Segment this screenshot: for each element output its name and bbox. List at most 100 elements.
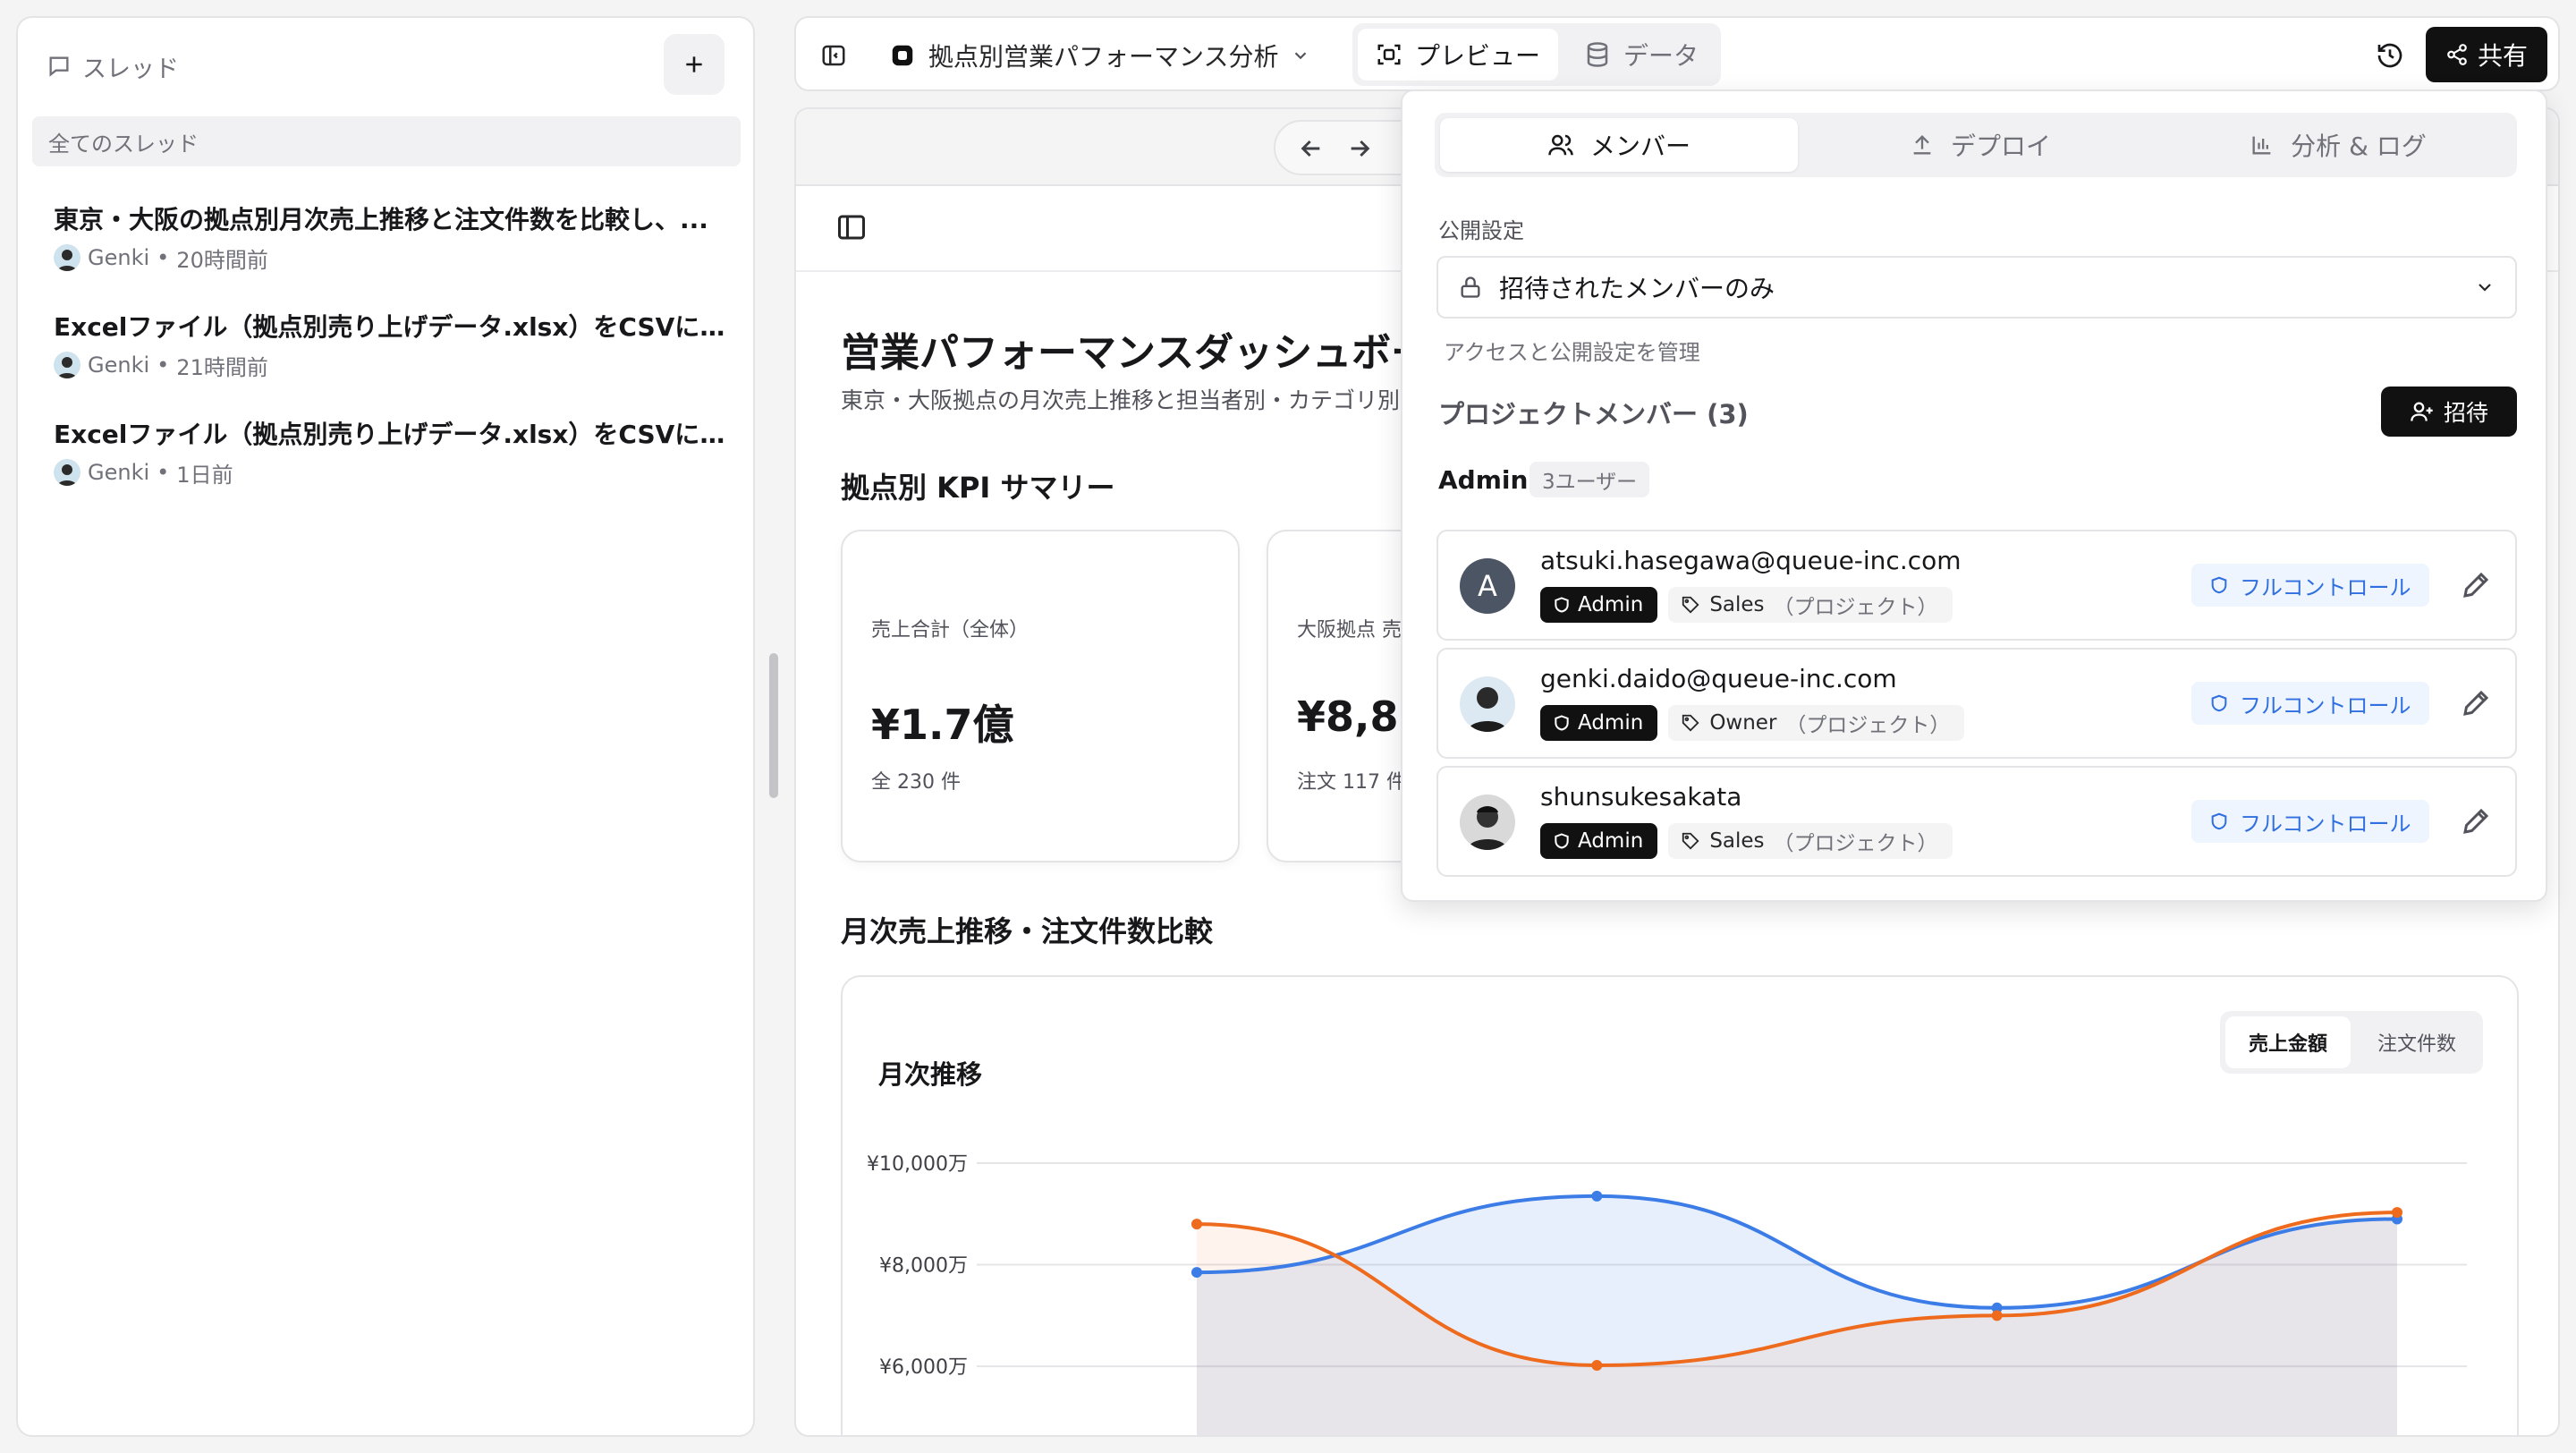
thread-item[interactable]: Excelファイル（拠点別売り上げデータ.xlsx）をCSVに変... Genk… — [54, 310, 733, 380]
thread-meta: Genki • 21時間前 — [54, 351, 733, 380]
y-tick-label: ¥10,000万 — [867, 1153, 968, 1176]
thread-meta: Genki • 20時間前 — [54, 243, 733, 273]
project-selector[interactable]: 拠点別営業パフォーマンス分析 — [889, 32, 1310, 79]
share-button[interactable]: 共有 — [2426, 27, 2547, 82]
invite-button[interactable]: 招待 — [2381, 387, 2517, 437]
member-badges: Admin Owner （プロジェクト） — [1540, 705, 1965, 741]
role-scope: （プロジェクト） — [1785, 714, 1951, 737]
tag-icon — [1682, 714, 1699, 732]
role-name: Owner — [1709, 711, 1777, 735]
data-point — [1191, 1219, 1202, 1230]
chart-title: 月次推移 — [878, 1059, 983, 1090]
data-point — [1991, 1310, 2003, 1321]
arrow-left-icon[interactable] — [1297, 134, 1326, 163]
plus-icon — [686, 56, 702, 72]
role-badge: Sales （プロジェクト） — [1668, 587, 1953, 623]
pencil-icon[interactable] — [2460, 687, 2492, 719]
member-email: shunsukesakata — [1540, 782, 1742, 811]
avatar — [54, 244, 80, 271]
share-icon — [2447, 44, 2467, 65]
thread-time: 21時間前 — [176, 354, 268, 380]
role-scope: （プロジェクト） — [1773, 832, 1938, 855]
tab-analytics[interactable]: 分析 & ログ — [2159, 118, 2517, 172]
bar-chart-icon — [2252, 136, 2271, 155]
permission-badge[interactable]: フルコントロール — [2191, 682, 2429, 725]
data-point — [1591, 1359, 1603, 1371]
role-name: Sales — [1709, 593, 1765, 616]
visibility-value: 招待されたメンバーのみ — [1499, 274, 1775, 303]
arrow-right-icon[interactable] — [1345, 134, 1374, 163]
data-point — [1591, 1190, 1603, 1202]
group-name: Admin — [1438, 465, 1529, 495]
admin-badge-label: Admin — [1578, 593, 1644, 616]
view-tabs: プレビュー データ — [1352, 23, 1721, 86]
thread-author: Genki — [88, 245, 150, 270]
tab-data[interactable]: データ — [1567, 29, 1716, 81]
kpi-value: ¥1.7億 — [871, 701, 1014, 749]
tab-deploy[interactable]: デプロイ — [1801, 118, 2159, 172]
thread-filter-all[interactable]: 全てのスレッド — [32, 116, 741, 166]
share-label: 共有 — [2477, 41, 2528, 71]
tab-data-label: データ — [1623, 41, 1699, 71]
chat-bubble-icon — [49, 56, 69, 77]
permission-badge[interactable]: フルコントロール — [2191, 800, 2429, 843]
lock-icon — [1461, 276, 1480, 298]
tab-members[interactable]: メンバー — [1440, 118, 1798, 172]
pencil-icon[interactable] — [2460, 569, 2492, 601]
kpi-section-heading: 拠点別 KPI サマリー — [841, 471, 1115, 505]
member-row: shunsukesakata Admin Sales （プロジェクト） フルコント… — [1436, 766, 2517, 877]
sidebar-toggle-icon — [822, 45, 845, 66]
metric-orders-tab[interactable]: 注文件数 — [2356, 1016, 2478, 1068]
avatar — [1460, 794, 1515, 850]
kpi-note: 注文 117 件 — [1297, 771, 1406, 794]
member-email: genki.daido@queue-inc.com — [1540, 664, 1897, 693]
thread-time: 20時間前 — [176, 247, 268, 273]
thread-item[interactable]: 東京・大阪の拠点別月次売上推移と注文件数を比較し、... Genki • 20時… — [54, 202, 733, 273]
permission-badge[interactable]: フルコントロール — [2191, 564, 2429, 607]
member-row: genki.daido@queue-inc.com Admin Owner （プロ… — [1436, 648, 2517, 759]
share-popover: メンバー デプロイ 分析 & ログ 公開設定 招待されたメンバーのみ アクセスと… — [1401, 89, 2547, 902]
meta-separator: • — [157, 245, 170, 270]
chart-card: ¥10,000万 ¥8,000万 ¥6,000万 月次推移 売上金額 注文件数 — [841, 975, 2519, 1435]
data-point — [1191, 1267, 1202, 1279]
tag-icon — [1682, 832, 1699, 850]
thread-meta: Genki • 1日前 — [54, 458, 733, 488]
kpi-label: 売上合計（全体） — [871, 619, 1030, 642]
kpi-note: 全 230 件 — [871, 771, 961, 794]
thread-item[interactable]: Excelファイル（拠点別売り上げデータ.xlsx）をCSVに変... Genk… — [54, 417, 733, 488]
permission-label: フルコントロール — [2240, 574, 2411, 600]
upload-icon — [1913, 135, 1931, 155]
thread-title: Excelファイル（拠点別売り上げデータ.xlsx）をCSVに変... — [54, 312, 733, 342]
role-name: Sales — [1709, 829, 1765, 853]
kpi-label: 大阪拠点 売 — [1297, 619, 1402, 642]
sidebar-toggle-button[interactable] — [816, 38, 852, 73]
avatar — [54, 352, 80, 378]
member-email: atsuki.hasegawa@queue-inc.com — [1540, 546, 1962, 575]
panel-resize-handle[interactable] — [769, 653, 778, 798]
history-icon — [2377, 43, 2402, 68]
permission-label: フルコントロール — [2240, 811, 2411, 837]
tab-deploy-label: デプロイ — [1950, 132, 2051, 161]
visibility-select[interactable]: 招待されたメンバーのみ — [1436, 256, 2517, 319]
y-tick-label: ¥8,000万 — [879, 1255, 968, 1278]
thread-title: Excelファイル（拠点別売り上げデータ.xlsx）をCSVに変... — [54, 420, 733, 449]
history-button[interactable] — [2368, 34, 2411, 77]
new-thread-button[interactable] — [664, 34, 724, 95]
database-icon — [1587, 42, 1608, 67]
member-badges: Admin Sales （プロジェクト） — [1540, 587, 1953, 623]
tab-preview[interactable]: プレビュー — [1358, 29, 1558, 81]
permission-label: フルコントロール — [2240, 693, 2411, 718]
user-plus-icon — [2411, 402, 2433, 421]
pencil-icon[interactable] — [2460, 805, 2492, 837]
metric-sales-tab[interactable]: 売上金額 — [2225, 1016, 2351, 1068]
role-badge: Sales （プロジェクト） — [1668, 823, 1953, 859]
shield-icon — [1555, 597, 1569, 613]
admin-badge: Admin — [1540, 705, 1658, 741]
project-name: 拠点別営業パフォーマンス分析 — [928, 42, 1279, 72]
shield-icon — [1555, 715, 1569, 731]
app-sidebar-toggle-icon[interactable] — [835, 211, 868, 243]
page-title: 営業パフォーマンスダッシュボー — [841, 330, 1431, 376]
data-point — [2392, 1207, 2402, 1219]
tag-icon — [1682, 596, 1699, 614]
avatar — [54, 459, 80, 486]
